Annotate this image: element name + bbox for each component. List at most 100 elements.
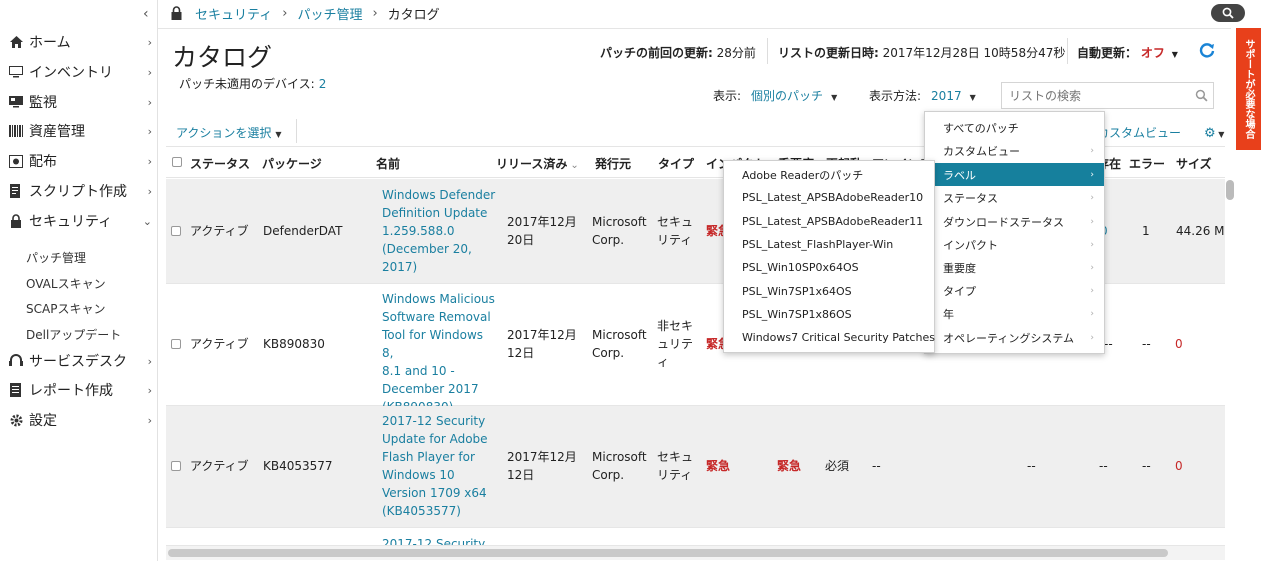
row-publisher-line: Corp.: [592, 468, 625, 482]
menu-item-year[interactable]: 年 ›: [925, 302, 1104, 325]
column-header-name[interactable]: 名前: [376, 155, 400, 172]
list-search-input[interactable]: [1001, 82, 1214, 109]
refresh-icon[interactable]: [1199, 42, 1215, 58]
sidebar-item-service-desk[interactable]: サービスデスク ›: [0, 348, 158, 374]
last-patch-update-label: パッチの前回の更新:: [600, 46, 713, 60]
column-header-status[interactable]: ステータス: [190, 155, 250, 172]
sidebar-item-home[interactable]: ホーム ›: [0, 29, 158, 55]
row-name-line: (KB4053577): [382, 504, 461, 518]
sidebar-item-label: 配布: [29, 154, 57, 170]
sidebar-item-settings[interactable]: 設定 ›: [0, 407, 158, 433]
sidebar-subitem-oval-scan[interactable]: OVALスキャン: [26, 275, 106, 292]
row-released-line: 12日: [507, 346, 535, 360]
sidebar-item-distribution[interactable]: 配布 ›: [0, 148, 158, 174]
submenu-item[interactable]: Adobe Readerのパッチ: [724, 163, 934, 186]
row-name-link[interactable]: Windows Defender Definition Update 1.259…: [382, 186, 498, 276]
row-name-link[interactable]: Windows Malicious Software Removal Tool …: [382, 290, 498, 416]
sidebar-item-inventory[interactable]: インベントリ ›: [0, 59, 158, 85]
menu-item-status[interactable]: ステータス ›: [925, 186, 1104, 209]
table-row[interactable]: 2017-12 Security: [166, 528, 1225, 546]
row-checkbox[interactable]: [171, 226, 181, 236]
menu-item-operating-system[interactable]: オペレーティングシステム ›: [925, 326, 1104, 349]
column-header-size[interactable]: サイズ: [1176, 155, 1212, 172]
sidebar-item-asset-management[interactable]: 資産管理 ›: [0, 118, 158, 144]
action-select-dropdown[interactable]: アクションを選択 ▼: [176, 124, 282, 141]
column-header-released[interactable]: リリース済み ⌄: [496, 155, 579, 172]
submenu-item[interactable]: PSL_Win10SP0x64OS: [724, 256, 934, 279]
row-checkbox[interactable]: [171, 461, 181, 471]
row-name-link[interactable]: 2017-12 Security Update for Adobe Flash …: [382, 412, 498, 520]
table-row[interactable]: アクティブ KB4053577 2017-12 Security Update …: [166, 406, 1225, 528]
script-icon: [8, 183, 24, 199]
divider: [1067, 38, 1068, 64]
unpatched-devices-label: パッチ未適用のデバイス:: [179, 77, 315, 91]
menu-item-all-patches[interactable]: すべてのパッチ: [925, 116, 1104, 139]
breadcrumb-patch-management-link[interactable]: パッチ管理: [297, 4, 362, 23]
row-name-link[interactable]: 2017-12 Security: [382, 535, 498, 545]
sidebar-item-scripting[interactable]: スクリプト作成 ›: [0, 178, 158, 204]
column-header-type[interactable]: タイプ: [658, 155, 694, 172]
sidebar-subitem-patch-management[interactable]: パッチ管理: [26, 249, 86, 266]
sidebar-item-label: サービスデスク: [29, 354, 127, 370]
select-all-checkbox[interactable]: [172, 157, 182, 167]
menu-item-impact[interactable]: インパクト ›: [925, 233, 1104, 256]
horizontal-scrollbar[interactable]: [168, 549, 1168, 557]
caret-down-icon: ▼: [275, 130, 282, 139]
sidebar-item-label: レポート作成: [29, 383, 113, 399]
menu-item-custom-view[interactable]: カスタムビュー ›: [925, 139, 1104, 162]
action-select-label: アクションを選択: [176, 126, 272, 140]
chevron-right-icon: ›: [147, 35, 152, 49]
unpatched-devices-count-link[interactable]: 2: [319, 77, 327, 91]
menu-item-download-status[interactable]: ダウンロードステータス ›: [925, 210, 1104, 233]
row-publisher: Microsoft Corp.: [592, 213, 654, 249]
auto-update-toggle[interactable]: オフ: [1141, 46, 1165, 60]
row-impact: 緊急: [706, 459, 731, 473]
row-publisher: Microsoft Corp.: [592, 326, 654, 362]
chevron-right-icon: ›: [1090, 332, 1094, 343]
breadcrumb-separator: ›: [282, 5, 288, 21]
submenu-item[interactable]: PSL_Latest_APSBAdobeReader11: [724, 210, 934, 233]
sidebar-item-security[interactable]: セキュリティ ⌄: [0, 208, 158, 234]
sidebar-item-monitoring[interactable]: 監視 ›: [0, 89, 158, 115]
menu-item-label: ステータス: [943, 191, 998, 205]
submenu-item[interactable]: Windows7 Critical Security Patches: [724, 326, 935, 349]
row-type-line: ィ: [657, 355, 670, 369]
custom-view-link[interactable]: カスタムビュー: [1097, 124, 1181, 141]
chevron-right-icon: ›: [147, 354, 152, 368]
row-size: 44.26 MB: [1176, 224, 1225, 238]
menu-item-type[interactable]: タイプ ›: [925, 279, 1104, 302]
breadcrumb-security-link[interactable]: セキュリティ: [195, 4, 272, 23]
vertical-scrollbar[interactable]: [1226, 180, 1234, 200]
support-tab[interactable]: サポートが必要な場合: [1236, 28, 1261, 150]
view-method-dropdown[interactable]: 2017: [931, 89, 962, 103]
submenu-item[interactable]: PSL_Win7SP1x86OS: [724, 303, 934, 326]
sidebar: ‹ ホーム › インベントリ › 監視 › 資産管理 › 配布 › スクリプト作…: [0, 0, 158, 561]
column-header-error[interactable]: エラー: [1129, 155, 1165, 172]
row-publisher-line: Corp.: [592, 233, 625, 247]
collapse-sidebar-icon[interactable]: ‹: [143, 6, 149, 22]
display-filter-dropdown[interactable]: 個別のパッチ: [751, 89, 823, 103]
sidebar-subitem-dell-update[interactable]: Dellアップデート: [26, 326, 121, 343]
sidebar-subitem-scap-scan[interactable]: SCAPスキャン: [26, 300, 105, 317]
barcode-icon: [8, 123, 24, 139]
submenu-item[interactable]: PSL_Latest_FlashPlayer-Win: [724, 233, 934, 256]
sidebar-item-label: 資産管理: [29, 124, 85, 140]
submenu-item[interactable]: PSL_Latest_APSBAdobeReader10: [724, 186, 934, 209]
global-search-button[interactable]: [1211, 4, 1245, 22]
display-filter: 表示: 個別のパッチ ▼: [713, 87, 837, 104]
row-type-line: セキュ: [657, 450, 694, 464]
column-header-publisher[interactable]: 発行元: [595, 155, 631, 172]
column-header-package[interactable]: パッケージ: [262, 155, 322, 172]
table-settings-button[interactable]: ⚙ ▼: [1204, 126, 1224, 141]
breadcrumb: セキュリティ › パッチ管理 › カタログ: [170, 4, 440, 23]
row-checkbox[interactable]: [171, 339, 181, 349]
menu-item-label-active[interactable]: ラベル ›: [925, 163, 1104, 186]
row-type: セキュ リティ: [657, 213, 697, 249]
caret-down-icon: ▼: [1215, 130, 1225, 139]
sidebar-item-reporting[interactable]: レポート作成 ›: [0, 377, 158, 403]
submenu-item[interactable]: PSL_Win7SP1x64OS: [724, 280, 934, 303]
row-released-line: 2017年12月: [507, 215, 577, 229]
menu-item-severity[interactable]: 重要度 ›: [925, 256, 1104, 279]
row-col-a: --: [1027, 459, 1036, 473]
search-icon: [1222, 7, 1234, 19]
